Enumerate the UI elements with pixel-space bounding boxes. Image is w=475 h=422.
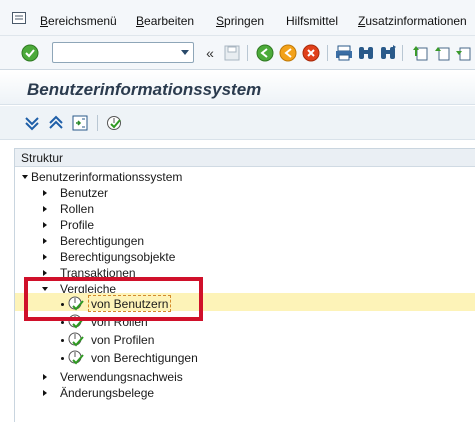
menu-bereichsmenue[interactable]: Bereichsmenü xyxy=(40,14,117,28)
menu-bar: Bereichsmenü Bearbeiten Springen Hilfsmi… xyxy=(0,0,475,36)
previous-page-icon[interactable] xyxy=(432,43,452,63)
exit-icon[interactable] xyxy=(278,43,298,63)
title-bar: Benutzerinformationssystem xyxy=(0,71,475,105)
annotation-highlight-box xyxy=(24,277,203,321)
tree-header: Struktur xyxy=(15,149,475,167)
menu-hilfsmittel[interactable]: Hilfsmittel xyxy=(286,14,338,28)
back-icon[interactable] xyxy=(255,43,275,63)
collapsed-triangle-icon[interactable] xyxy=(43,270,47,276)
command-field[interactable] xyxy=(52,42,194,63)
tree-node-profile[interactable]: Profile xyxy=(15,217,315,233)
collapsed-triangle-icon[interactable] xyxy=(43,238,47,244)
cancel-icon[interactable] xyxy=(301,43,321,63)
tree-node-verwendungsnachweis[interactable]: Verwendungsnachweis xyxy=(15,369,315,385)
tree-node-aenderungsbelege[interactable]: Änderungsbelege xyxy=(15,385,315,401)
collapsed-triangle-icon[interactable] xyxy=(43,254,47,260)
tree-node-rollen[interactable]: Rollen xyxy=(15,201,315,217)
execute-icon xyxy=(68,332,84,347)
print-icon[interactable] xyxy=(334,43,354,63)
confirm-icon[interactable] xyxy=(20,43,40,63)
chevron-down-icon[interactable] xyxy=(181,50,189,55)
execute-icon[interactable] xyxy=(104,113,124,133)
menu-zusatzinformationen[interactable]: Zusatzinformationen xyxy=(358,14,467,28)
select-icon[interactable] xyxy=(70,113,90,133)
collapsed-triangle-icon[interactable] xyxy=(43,190,47,196)
expand-all-icon[interactable] xyxy=(22,113,42,133)
first-page-icon[interactable] xyxy=(410,43,430,63)
tree-node-root[interactable]: Benutzerinformationssystem xyxy=(15,169,415,185)
tree-leaf-von-profilen[interactable]: von Profilen xyxy=(15,332,315,348)
save-icon[interactable] xyxy=(222,43,242,63)
next-page-icon[interactable] xyxy=(453,43,473,63)
page-title: Benutzerinformationssystem xyxy=(27,80,262,99)
application-toolbar xyxy=(0,106,475,140)
double-chevron-left-icon[interactable]: « xyxy=(200,43,220,63)
expanded-triangle-icon[interactable] xyxy=(22,175,28,179)
tree-leaf-von-berechtigungen[interactable]: von Berechtigungen xyxy=(15,350,315,366)
collapsed-triangle-icon[interactable] xyxy=(43,206,47,212)
collapsed-triangle-icon[interactable] xyxy=(43,374,47,380)
menu-icon[interactable] xyxy=(12,12,26,24)
tree-node-berechtigungsobjekte[interactable]: Berechtigungsobjekte xyxy=(15,249,315,265)
tree-node-benutzer[interactable]: Benutzer xyxy=(15,185,315,201)
collapsed-triangle-icon[interactable] xyxy=(43,390,47,396)
collapsed-triangle-icon[interactable] xyxy=(43,222,47,228)
execute-icon xyxy=(68,350,84,365)
find-next-icon[interactable] xyxy=(378,43,398,63)
tree-node-berechtigungen[interactable]: Berechtigungen xyxy=(15,233,315,249)
collapse-all-icon[interactable] xyxy=(46,113,66,133)
menu-springen[interactable]: Springen xyxy=(216,14,264,28)
system-toolbar: « xyxy=(0,36,475,70)
menu-bearbeiten[interactable]: Bearbeiten xyxy=(136,14,194,28)
find-icon[interactable] xyxy=(356,43,376,63)
